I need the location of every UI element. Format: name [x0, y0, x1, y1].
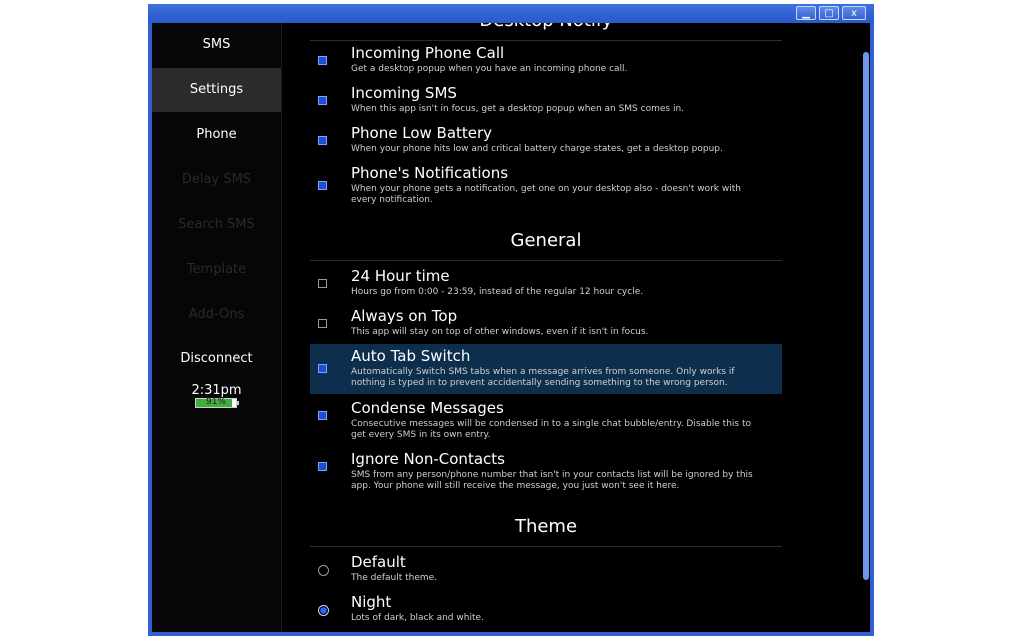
section-heading-general: General — [310, 230, 782, 261]
battery-terminal — [237, 401, 239, 405]
minimize-button[interactable]: ▁ — [796, 6, 816, 20]
setting-phones-notifications[interactable]: Phone's Notifications When your phone ge… — [310, 164, 782, 210]
checkbox[interactable] — [318, 411, 327, 420]
theme-option-default[interactable]: Default The default theme. — [310, 553, 782, 589]
theme-description: Lots of dark, black and white. — [351, 613, 484, 623]
sidebar-item-template: Template — [186, 262, 247, 277]
sidebar-item-add-ons: Add-Ons — [188, 307, 245, 322]
setting-description: When this app isn't in focus, get a desk… — [351, 104, 685, 114]
setting-description: When your phone hits low and critical ba… — [351, 144, 723, 154]
app-window: ▁ □ x SMS Settings Phone Delay SMS Searc… — [148, 4, 874, 636]
setting-condense-messages[interactable]: Condense Messages Consecutive messages w… — [310, 399, 782, 445]
checkbox[interactable] — [318, 364, 327, 373]
checkbox[interactable] — [318, 96, 327, 105]
battery-percent: 91% — [205, 397, 226, 407]
setting-title: Incoming SMS — [351, 84, 457, 102]
radio-button[interactable] — [318, 605, 329, 616]
setting-always-on-top[interactable]: Always on Top This app will stay on top … — [310, 307, 782, 343]
scrollbar[interactable] — [863, 52, 869, 580]
sidebar-item-sms[interactable]: SMS — [152, 23, 281, 67]
client-area: SMS Settings Phone Delay SMS Search SMS … — [152, 23, 870, 632]
setting-title: Phone Low Battery — [351, 124, 493, 142]
setting-title: Auto Tab Switch — [351, 347, 471, 365]
checkbox[interactable] — [318, 56, 327, 65]
sidebar: SMS Settings Phone Delay SMS Search SMS … — [152, 23, 282, 632]
setting-description: Hours go from 0:00 - 23:59, instead of t… — [351, 287, 644, 297]
battery-indicator: 91% — [195, 397, 237, 408]
sidebar-item-search-sms: Search SMS — [178, 217, 255, 232]
setting-incoming-sms[interactable]: Incoming SMS When this app isn't in focu… — [310, 84, 782, 120]
setting-incoming-phone-call[interactable]: Incoming Phone Call Get a desktop popup … — [310, 44, 782, 80]
setting-title: Always on Top — [351, 307, 458, 325]
setting-description: This app will stay on top of other windo… — [351, 327, 649, 337]
setting-title: Phone's Notifications — [351, 164, 509, 182]
setting-description: Consecutive messages will be condensed i… — [351, 419, 751, 440]
setting-auto-tab-switch[interactable]: Auto Tab Switch Automatically Switch SMS… — [310, 344, 782, 394]
title-bar[interactable]: ▁ □ x — [148, 4, 874, 23]
theme-option-night[interactable]: Night Lots of dark, black and white. — [310, 593, 782, 629]
setting-title: Ignore Non-Contacts — [351, 450, 505, 468]
theme-title: Default — [351, 553, 406, 571]
settings-panel: Desktop Notify Incoming Phone Call Get a… — [282, 23, 858, 632]
theme-description: The default theme. — [351, 573, 438, 583]
checkbox[interactable] — [318, 181, 327, 190]
setting-title: Incoming Phone Call — [351, 44, 505, 62]
maximize-button[interactable]: □ — [819, 6, 839, 20]
clock: 2:31pm — [191, 383, 242, 398]
theme-title: Night — [351, 593, 392, 611]
sidebar-item-disconnect[interactable]: Disconnect — [152, 337, 281, 381]
checkbox[interactable] — [318, 136, 327, 145]
sidebar-item-settings[interactable]: Settings — [152, 68, 281, 112]
setting-ignore-non-contacts[interactable]: Ignore Non-Contacts SMS from any person/… — [310, 450, 782, 496]
section-heading-theme: Theme — [310, 516, 782, 547]
setting-description: Get a desktop popup when you have an inc… — [351, 64, 628, 74]
section-heading-desktop-notify: Desktop Notify — [310, 23, 782, 41]
checkbox[interactable] — [318, 279, 327, 288]
setting-description: Automatically Switch SMS tabs when a mes… — [351, 367, 735, 388]
sidebar-item-phone[interactable]: Phone — [152, 113, 281, 157]
setting-description: SMS from any person/phone number that is… — [351, 470, 753, 491]
setting-phone-low-battery[interactable]: Phone Low Battery When your phone hits l… — [310, 124, 782, 160]
checkbox[interactable] — [318, 319, 327, 328]
radio-button[interactable] — [318, 565, 329, 576]
close-button[interactable]: x — [842, 6, 866, 20]
checkbox[interactable] — [318, 462, 327, 471]
sidebar-item-delay-sms: Delay SMS — [181, 172, 252, 187]
setting-title: 24 Hour time — [351, 267, 450, 285]
setting-24-hour-time[interactable]: 24 Hour time Hours go from 0:00 - 23:59,… — [310, 267, 782, 303]
setting-title: Condense Messages — [351, 399, 504, 417]
setting-description: When your phone gets a notification, get… — [351, 184, 741, 205]
